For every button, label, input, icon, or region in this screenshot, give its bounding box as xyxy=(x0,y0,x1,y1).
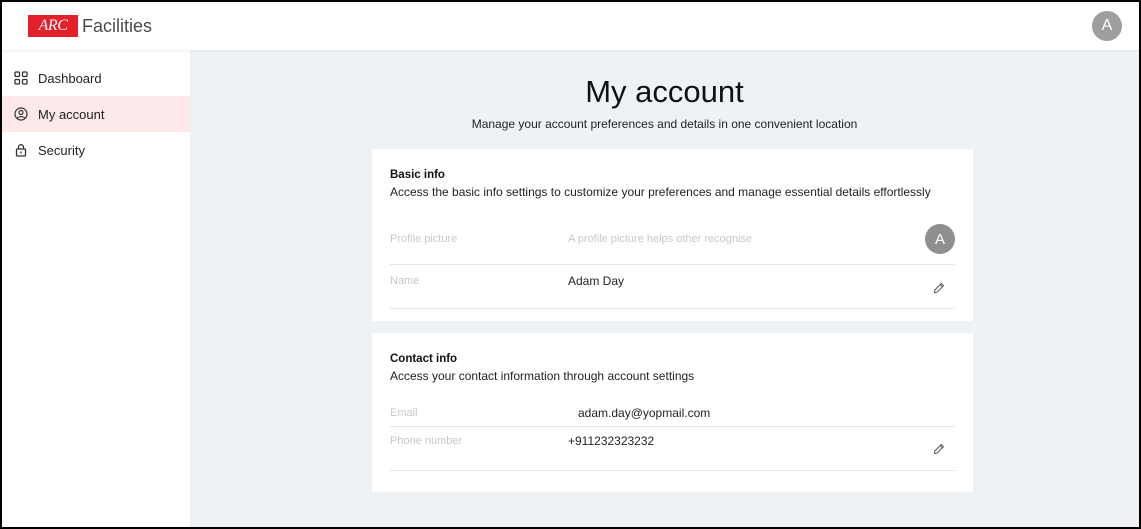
email-value: adam.day@yopmail.com xyxy=(578,406,711,420)
sidebar-item-label: My account xyxy=(38,106,105,122)
main-content: My account Manage your account preferenc… xyxy=(190,50,1139,527)
email-label: Email xyxy=(390,407,418,419)
page-title: My account xyxy=(585,74,744,109)
arc-logo-mark: ARC xyxy=(28,15,78,37)
name-label: Name xyxy=(390,275,420,287)
email-row: Email adam.day@yopmail.com xyxy=(390,399,955,427)
basic-info-title: Basic info xyxy=(390,169,445,181)
lock-icon xyxy=(14,143,28,157)
sidebar-item-dashboard[interactable]: Dashboard xyxy=(2,60,190,96)
user-circle-icon xyxy=(14,107,28,121)
name-row: Name Adam Day xyxy=(390,265,955,309)
sidebar: Dashboard My account Security xyxy=(2,50,190,527)
edit-name-pencil-icon[interactable] xyxy=(933,282,945,294)
contact-info-card: Contact info Access your contact informa… xyxy=(372,333,973,492)
page-subtitle: Manage your account preferences and deta… xyxy=(471,117,858,131)
profile-picture-row[interactable]: Profile picture A profile picture helps … xyxy=(390,221,955,265)
contact-info-description: Access your contact information through … xyxy=(390,369,695,383)
grid-icon xyxy=(14,71,28,85)
brand-logo[interactable]: ARC Facilities xyxy=(28,14,152,38)
sidebar-item-security[interactable]: Security xyxy=(2,132,190,168)
contact-info-title: Contact info xyxy=(390,353,458,365)
brand-name: Facilities xyxy=(82,15,153,36)
phone-row: Phone number +911232323232 xyxy=(390,427,955,471)
user-avatar-button[interactable]: A xyxy=(1092,11,1122,41)
sidebar-item-label: Security xyxy=(38,142,85,158)
phone-value: +911232323232 xyxy=(568,434,655,448)
profile-avatar[interactable]: A xyxy=(925,224,955,254)
edit-phone-pencil-icon[interactable] xyxy=(933,443,945,455)
phone-label: Phone number xyxy=(390,435,463,447)
profile-picture-hint: A profile picture helps other recognise xyxy=(568,233,753,245)
top-bar: ARC Facilities A xyxy=(2,2,1139,50)
name-value: Adam Day xyxy=(568,274,625,288)
sidebar-item-label: Dashboard xyxy=(38,70,102,86)
profile-picture-label: Profile picture xyxy=(390,233,458,245)
app-window: ARC Facilities A Dashboard My account Se… xyxy=(0,0,1141,529)
basic-info-card: Basic info Access the basic info setting… xyxy=(372,149,973,321)
sidebar-item-my-account[interactable]: My account xyxy=(2,96,190,132)
basic-info-description: Access the basic info settings to custom… xyxy=(390,185,931,199)
